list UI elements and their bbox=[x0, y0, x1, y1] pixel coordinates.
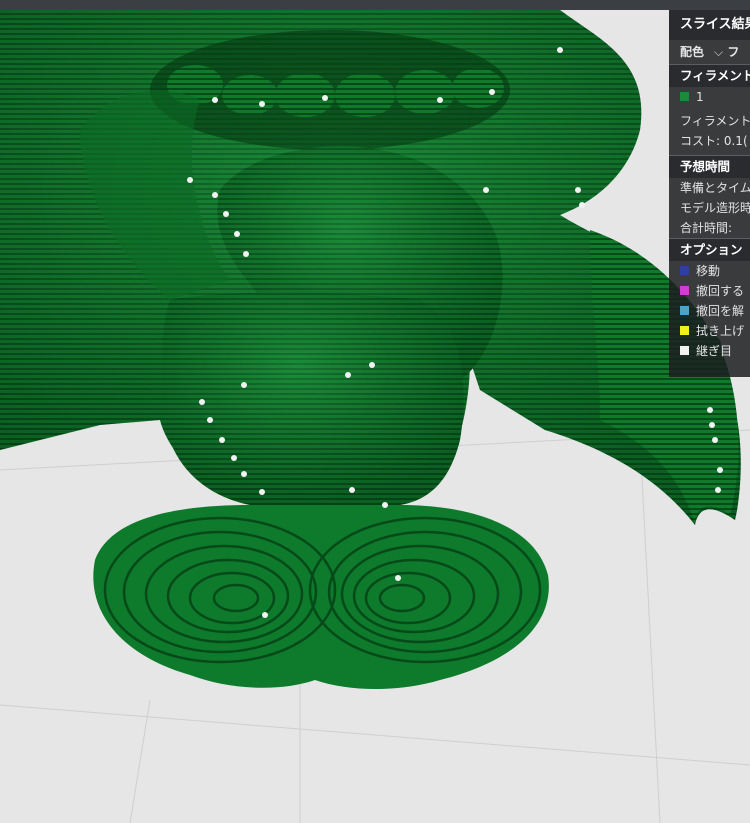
total-time-label: 合計時間: bbox=[680, 221, 733, 235]
option-wipe[interactable]: 拭き上げ bbox=[669, 321, 750, 341]
slice-results-panel: スライス結果 配色 ⌵ フ フィラメント 1 フィラメント コスト: 0.1( 予… bbox=[669, 10, 750, 377]
option-unretract[interactable]: 撤回を解 bbox=[669, 301, 750, 321]
filament-header: フィラメント bbox=[669, 64, 750, 87]
retract-color-swatch bbox=[680, 286, 689, 295]
option-label: 移動 bbox=[696, 264, 721, 278]
unretract-color-swatch bbox=[680, 306, 689, 315]
3d-preview-viewport[interactable] bbox=[0, 10, 750, 823]
option-travel[interactable]: 移動 bbox=[669, 261, 750, 281]
color-scheme-dropdown[interactable]: 配色 ⌵ フ bbox=[669, 40, 750, 64]
option-retract[interactable]: 撤回する bbox=[669, 281, 750, 301]
option-seams[interactable]: 継ぎ目 bbox=[669, 341, 750, 361]
panel-title: スライス結果 bbox=[669, 10, 750, 40]
prep-time-label: 準備とタイム bbox=[680, 181, 750, 195]
option-label: 撤回する bbox=[696, 284, 745, 298]
option-label: 拭き上げ bbox=[696, 324, 745, 338]
option-label: 継ぎ目 bbox=[696, 344, 733, 358]
estimated-time-header: 予想時間 bbox=[669, 155, 750, 178]
filament-cost-label: コスト: 0.1( bbox=[680, 134, 748, 148]
model-time-label: モデル造形時 bbox=[680, 201, 750, 215]
wipe-color-swatch bbox=[680, 326, 689, 335]
filament-color-swatch bbox=[680, 92, 689, 101]
filament-item: 1 bbox=[669, 87, 750, 107]
filament-used-label: フィラメント bbox=[680, 114, 750, 128]
window-top-bar bbox=[0, 0, 750, 10]
color-scheme-value: フ bbox=[727, 45, 740, 59]
sliced-model bbox=[0, 10, 741, 689]
filament-item-label: 1 bbox=[696, 90, 704, 104]
option-label: 撤回を解 bbox=[696, 304, 745, 318]
color-scheme-label: 配色 bbox=[680, 45, 705, 59]
seam-color-swatch bbox=[680, 346, 689, 355]
travel-color-swatch bbox=[680, 266, 689, 275]
chevron-down-icon: ⌵ bbox=[714, 45, 724, 59]
options-header: オプション bbox=[669, 238, 750, 261]
